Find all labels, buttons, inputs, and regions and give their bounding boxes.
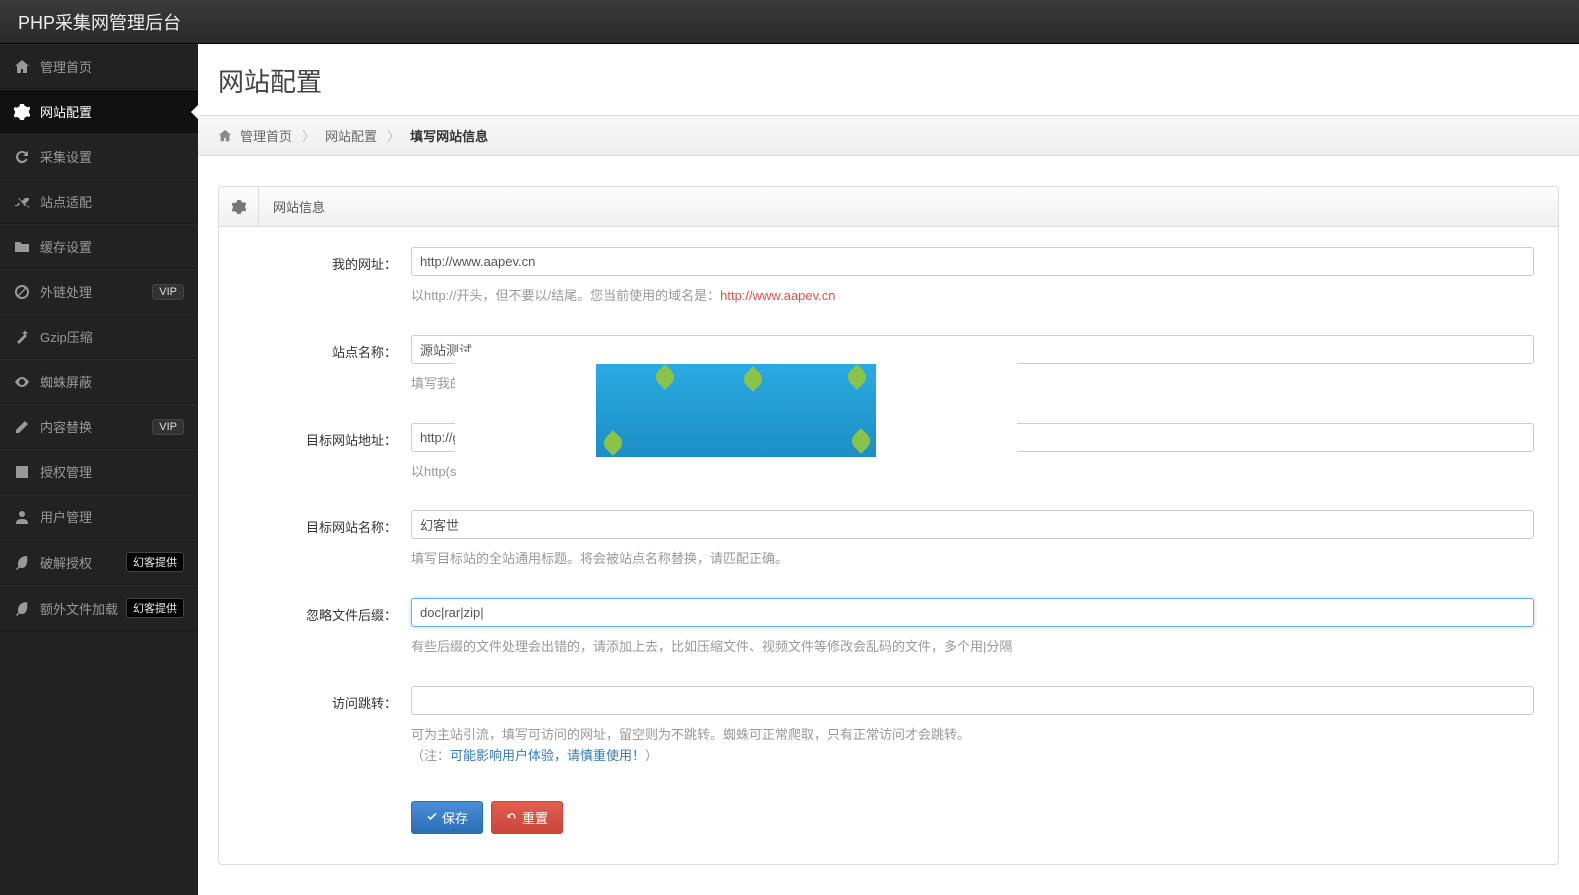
ignore-ext-label: 忽略文件后缀： (243, 598, 411, 676)
panel-title: 网站信息 (259, 187, 339, 226)
sidebar-badge: VIP (152, 419, 184, 435)
redirect-input[interactable] (411, 686, 1534, 715)
panel-header: 网站信息 (219, 187, 1558, 227)
page-title: 网站配置 (198, 56, 1579, 115)
check-icon (426, 811, 438, 823)
breadcrumb-separator: 〉 (387, 126, 400, 145)
main-content: 网站配置 管理首页 〉 网站配置 〉 填写网站信息 网站信息 我的网址： (198, 44, 1579, 895)
sidebar-item-3[interactable]: 站点适配 (0, 179, 198, 224)
my-url-input[interactable] (411, 247, 1534, 276)
breadcrumb-current: 填写网站信息 (410, 126, 488, 145)
sidebar-item-label: 破解授权 (40, 553, 126, 572)
site-name-label: 站点名称： (243, 335, 411, 413)
gear-icon (14, 104, 30, 120)
sidebar-item-2[interactable]: 采集设置 (0, 134, 198, 179)
gear-icon (219, 187, 259, 226)
ban-icon (14, 284, 30, 300)
breadcrumb-item[interactable]: 网站配置 (325, 126, 377, 145)
sidebar-item-5[interactable]: 外链处理VIP (0, 269, 198, 314)
sidebar-item-10[interactable]: 用户管理 (0, 494, 198, 539)
target-url-label: 目标网站地址： (243, 423, 411, 501)
sidebar-item-12[interactable]: 额外文件加载幻客提供 (0, 585, 198, 631)
sidebar-badge: VIP (152, 284, 184, 300)
folder-icon (14, 239, 30, 255)
my-url-help: 以http://开头，但不要以/结尾。您当前使用的域名是：http://www.… (411, 286, 1534, 307)
sidebar-nav: 管理首页网站配置采集设置站点适配缓存设置外链处理VIPGzip压缩蜘蛛屏蔽内容替… (0, 44, 198, 895)
sidebar-item-9[interactable]: 授权管理 (0, 449, 198, 494)
sidebar-badge: 幻客提供 (126, 552, 184, 572)
save-button[interactable]: 保存 (411, 801, 483, 834)
sidebar-item-4[interactable]: 缓存设置 (0, 224, 198, 269)
sidebar-item-label: 网站配置 (40, 102, 184, 121)
home-icon (218, 129, 232, 143)
shuffle-icon (14, 194, 30, 210)
leaf-icon (14, 600, 30, 616)
target-name-input[interactable] (411, 510, 1534, 539)
breadcrumb-separator: 〉 (302, 126, 315, 145)
check-icon (14, 464, 30, 480)
eye-icon (14, 374, 30, 390)
sidebar-item-label: Gzip压缩 (40, 327, 184, 346)
form-body: 我的网址： 以http://开头，但不要以/结尾。您当前使用的域名是：http:… (219, 227, 1558, 864)
breadcrumb-item[interactable]: 管理首页 (240, 126, 292, 145)
target-name-label: 目标网站名称： (243, 510, 411, 588)
form-panel: 网站信息 我的网址： 以http://开头，但不要以/结尾。您当前使用的域名是：… (218, 186, 1559, 865)
overlay-image (455, 352, 1017, 469)
magic-icon (14, 329, 30, 345)
refresh-icon (14, 149, 30, 165)
sidebar-item-7[interactable]: 蜘蛛屏蔽 (0, 359, 198, 404)
app-header: PHP采集网管理后台 (0, 0, 1579, 44)
app-title: PHP采集网管理后台 (18, 9, 181, 35)
sidebar-item-label: 用户管理 (40, 507, 184, 526)
sidebar-item-label: 采集设置 (40, 147, 184, 166)
breadcrumb: 管理首页 〉 网站配置 〉 填写网站信息 (198, 115, 1579, 156)
sidebar-item-label: 外链处理 (40, 282, 152, 301)
sidebar-item-1[interactable]: 网站配置 (0, 89, 198, 134)
sidebar-item-label: 额外文件加载 (40, 599, 126, 618)
sidebar-item-label: 缓存设置 (40, 237, 184, 256)
sidebar-item-6[interactable]: Gzip压缩 (0, 314, 198, 359)
sidebar-item-label: 站点适配 (40, 192, 184, 211)
sidebar-item-8[interactable]: 内容替换VIP (0, 404, 198, 449)
ignore-ext-input[interactable] (411, 598, 1534, 627)
redirect-label: 访问跳转： (243, 686, 411, 785)
sidebar-item-0[interactable]: 管理首页 (0, 44, 198, 89)
home-icon (14, 59, 30, 75)
redirect-help: 可为主站引流，填写可访问的网址，留空则为不跳转。蜘蛛可正常爬取，只有正常访问才会… (411, 725, 1534, 767)
sidebar-item-11[interactable]: 破解授权幻客提供 (0, 539, 198, 585)
sidebar-item-label: 授权管理 (40, 462, 184, 481)
sidebar-item-label: 内容替换 (40, 417, 152, 436)
reset-button[interactable]: 重置 (491, 801, 563, 834)
target-name-help: 填写目标站的全站通用标题。将会被站点名称替换，请匹配正确。 (411, 549, 1534, 570)
leaf-icon (14, 554, 30, 570)
ignore-ext-help: 有些后缀的文件处理会出错的，请添加上去，比如压缩文件、视频文件等修改会乱码的文件… (411, 637, 1534, 658)
sidebar-item-label: 蜘蛛屏蔽 (40, 372, 184, 391)
pencil-icon (14, 419, 30, 435)
sidebar-badge: 幻客提供 (126, 598, 184, 618)
refresh-icon (506, 811, 518, 823)
user-icon (14, 509, 30, 525)
sidebar-item-label: 管理首页 (40, 57, 184, 76)
my-url-label: 我的网址： (243, 247, 411, 325)
